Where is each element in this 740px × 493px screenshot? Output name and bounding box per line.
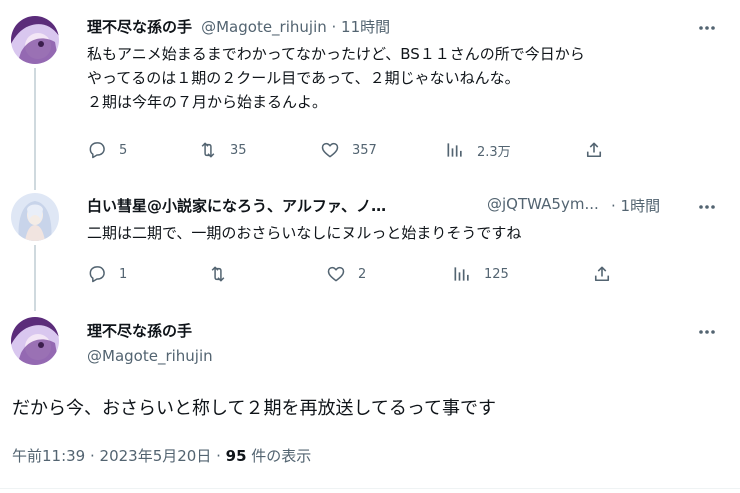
post-time[interactable]: · 1時間 [611, 195, 660, 216]
tweet-1-header: 理不尽な孫の手 @Magote_rihujin · 11時間 [87, 16, 390, 37]
like-button[interactable]: 357 [320, 140, 445, 160]
author-handle[interactable]: @Magote_rihujin [87, 347, 213, 365]
views-chart-icon [454, 267, 469, 281]
divider [0, 488, 740, 489]
tweet-2-header: 白い彗星@小説家になろう、アルファ、ノ… @jQTWA5ym... · 1時間 [87, 195, 687, 216]
share-button[interactable] [584, 140, 604, 160]
reply-icon [89, 266, 105, 283]
more-options-icon[interactable] [697, 197, 717, 217]
retweet-count: 35 [230, 142, 247, 158]
view-label: 件の表示 [246, 447, 312, 465]
timestamp[interactable]: 午前11:39 · 2023年5月20日 · [12, 447, 226, 465]
share-button[interactable] [592, 264, 612, 284]
thread-line [34, 68, 36, 190]
reply-icon [89, 142, 105, 159]
author-name[interactable]: 理不尽な孫の手 [87, 320, 192, 341]
reply-button[interactable]: 1 [87, 264, 208, 284]
heart-icon [321, 142, 339, 158]
tweet-timestamp-line: 午前11:39 · 2023年5月20日 · 95 件の表示 [12, 445, 311, 466]
views-button[interactable]: 125 [452, 264, 592, 284]
retweet-button[interactable]: 35 [198, 140, 320, 160]
share-icon [594, 266, 610, 282]
author-name[interactable]: 理不尽な孫の手 [87, 18, 192, 36]
retweet-icon [211, 266, 225, 282]
views-button[interactable]: 2.3万 [445, 140, 584, 160]
like-count: 2 [358, 266, 367, 282]
view-count: 95 [225, 447, 247, 465]
author-name[interactable]: 白い彗星@小説家になろう、アルファ、ノ… [87, 195, 386, 216]
avatar[interactable] [11, 16, 59, 64]
reply-button[interactable]: 5 [87, 140, 198, 160]
thread-line [34, 245, 36, 311]
share-icon [586, 142, 602, 158]
avatar[interactable] [11, 193, 59, 241]
views-chart-icon [447, 143, 462, 157]
tweet-text: だから今、おさらいと称して２期を再放送してるって事です [12, 398, 497, 419]
author-handle-time[interactable]: @Magote_rihujin · 11時間 [201, 18, 390, 36]
tweet-text: 私もアニメ始まるまでわかってなかったけど、BS１１さんの所で今日から やってるの… [87, 45, 585, 111]
tweet-2-actions: 1 2 125 [87, 264, 612, 284]
reply-count: 5 [119, 142, 128, 158]
avatar[interactable] [11, 317, 59, 365]
heart-icon [327, 266, 345, 282]
author-handle[interactable]: @jQTWA5ym... [487, 195, 599, 213]
retweet-icon [201, 142, 215, 158]
like-button[interactable]: 2 [326, 264, 452, 284]
retweet-button[interactable] [208, 264, 326, 284]
view-count: 2.3万 [477, 144, 511, 160]
view-count: 125 [484, 266, 509, 282]
tweet-text: 二期は二期で、一期のおさらいなしにヌルっと始まりそうですね [87, 224, 522, 242]
more-options-icon[interactable] [697, 322, 717, 342]
reply-count: 1 [119, 266, 128, 282]
like-count: 357 [352, 142, 377, 158]
tweet-1-actions: 5 35 357 2.3万 [87, 140, 604, 160]
more-options-icon[interactable] [697, 18, 717, 38]
